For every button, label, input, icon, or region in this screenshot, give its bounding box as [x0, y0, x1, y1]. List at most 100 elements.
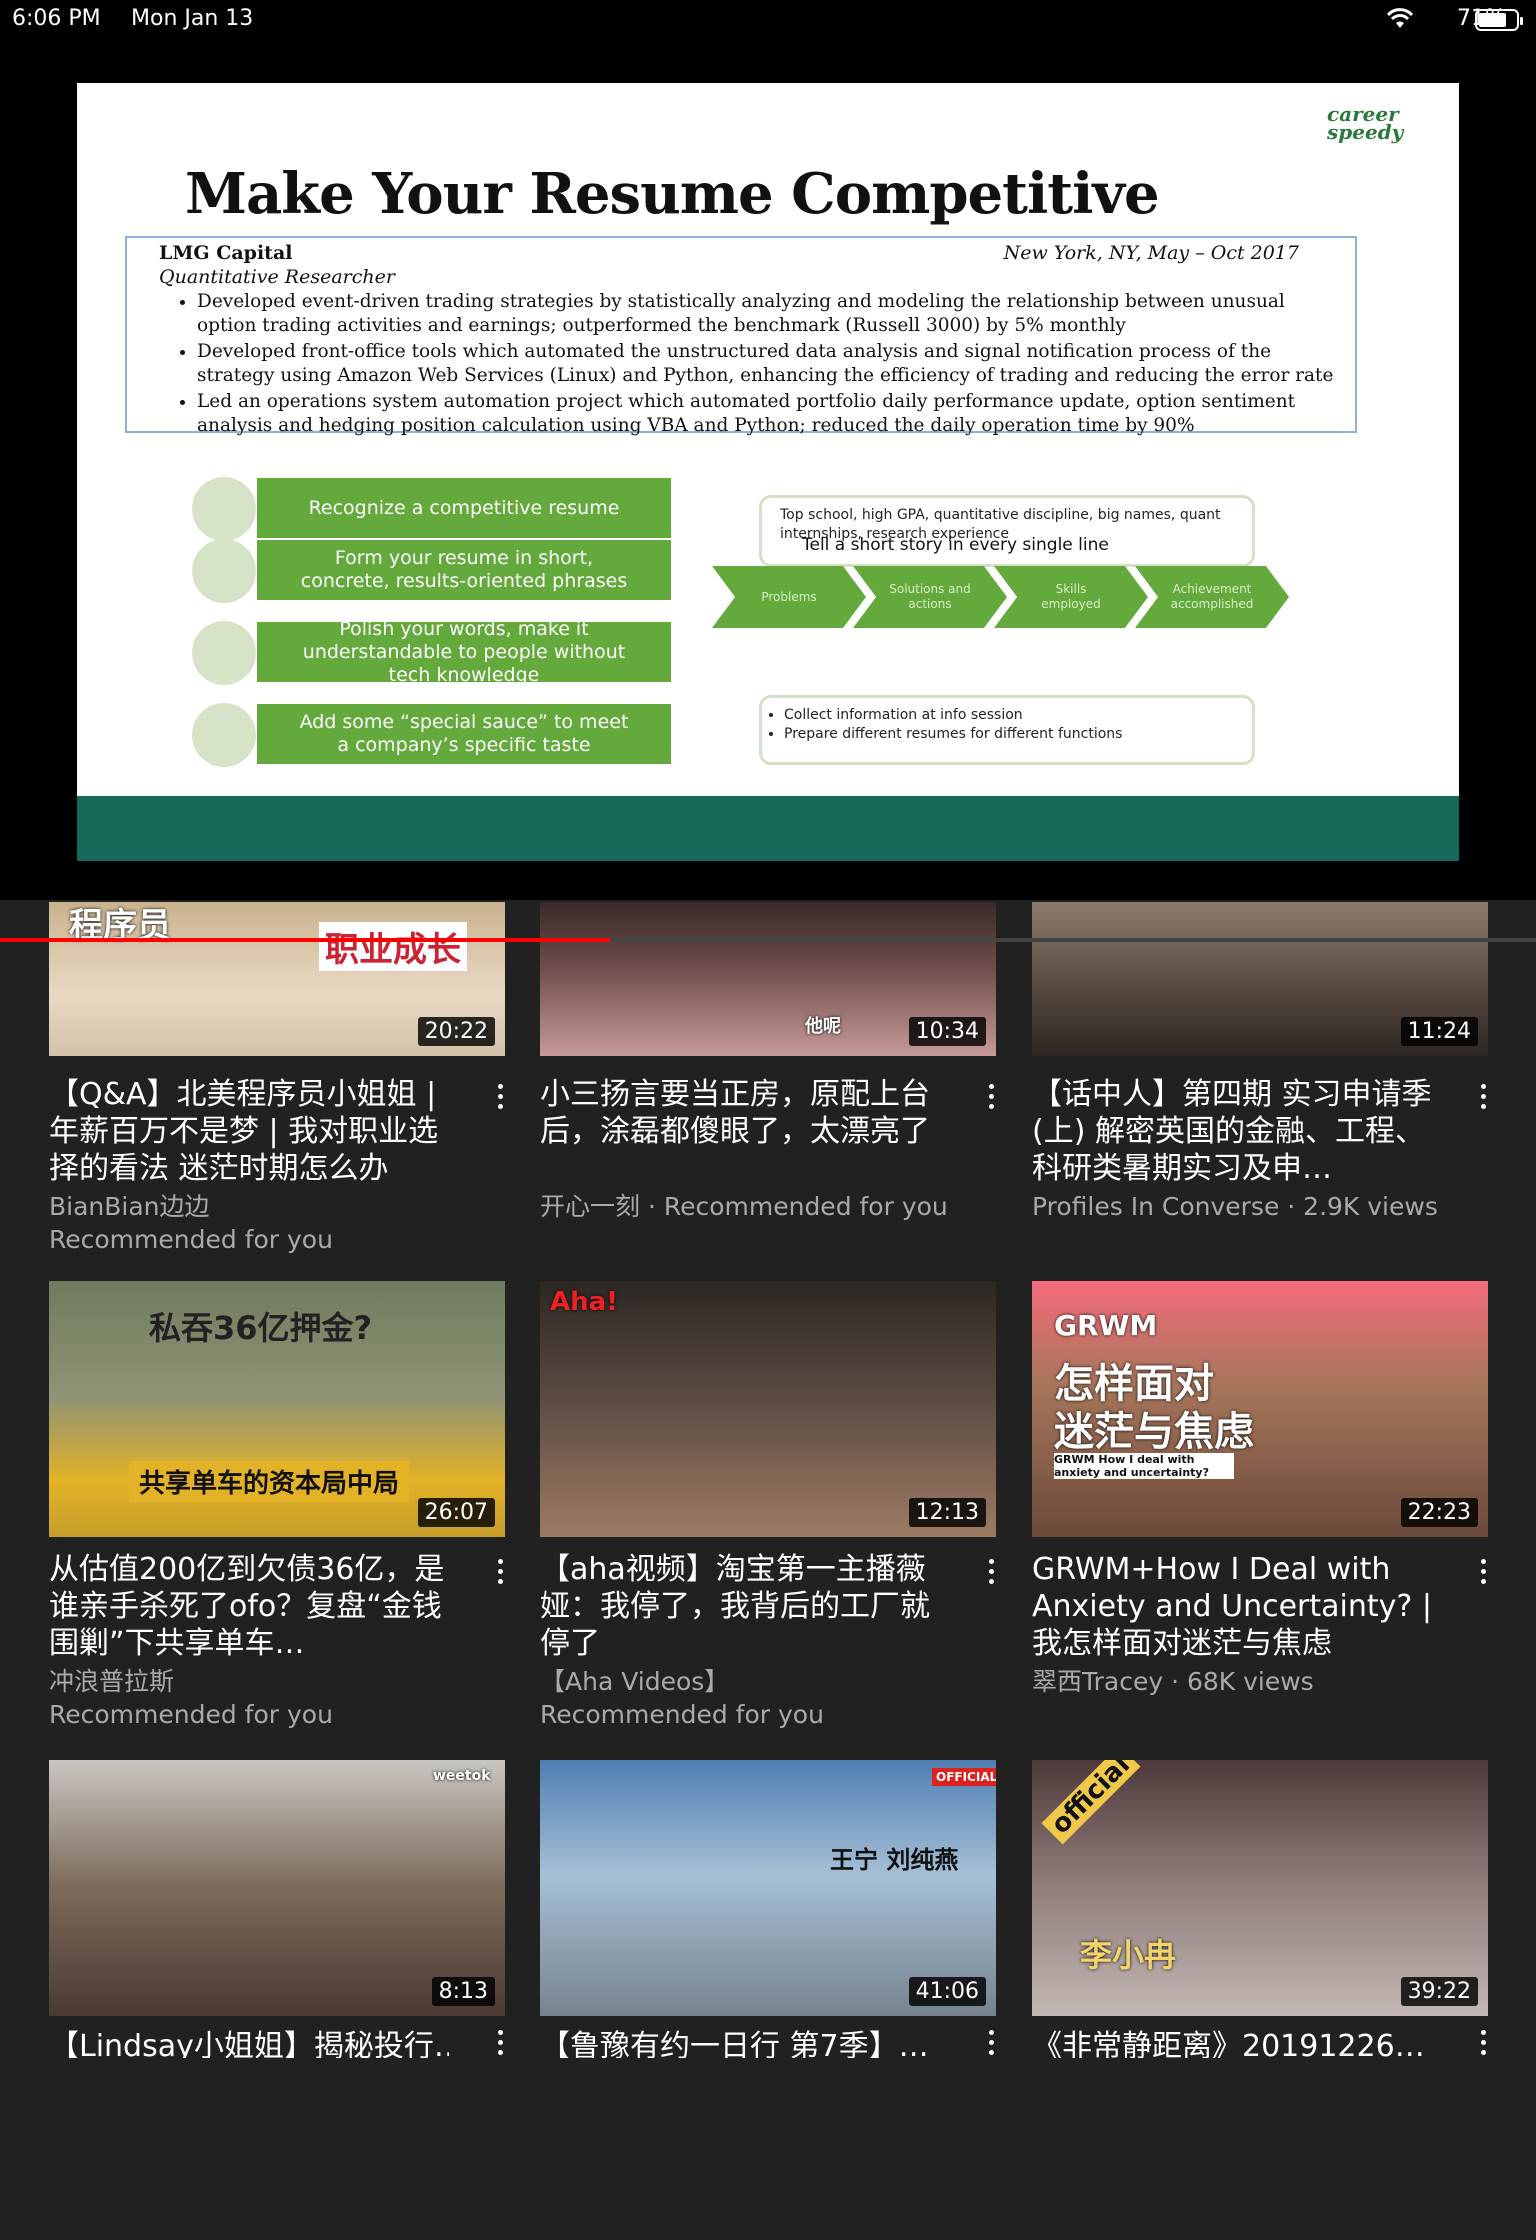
more-options-icon[interactable]	[1478, 1559, 1488, 1589]
video-duration: 41:06	[908, 1977, 986, 2006]
bullet: Developed front-office tools which autom…	[197, 340, 1337, 388]
video-thumbnail[interactable]: official 李小冉 39:22	[1032, 1760, 1488, 2016]
callout-top: Top school, high GPA, quantitative disci…	[759, 495, 1255, 567]
video-meta: 冲浪普拉斯	[49, 1667, 175, 1696]
step-2: Form your resume in short, concrete, res…	[257, 540, 671, 600]
status-bar: 6:06 PM Mon Jan 13 71%	[0, 0, 1536, 40]
video-thumbnail[interactable]: 私吞36亿押金? 共享单车的资本局中局 26:07	[49, 1281, 505, 1537]
video-card[interactable]: Aha! 12:13 【aha视频】淘宝第一主播薇娅：我停了，我背后的工厂就停了【A…	[540, 1281, 996, 1761]
status-time: 6:06 PM	[12, 6, 101, 31]
progress-fill	[0, 938, 610, 942]
step-circle	[192, 621, 256, 685]
more-options-icon[interactable]	[1478, 2030, 1488, 2060]
video-title[interactable]: 【鲁豫有约一日行 第7季】…	[540, 2028, 940, 2058]
video-thumbnail[interactable]: 11:24	[1032, 902, 1488, 1056]
video-thumbnail[interactable]: 他呢 10:34	[540, 902, 996, 1056]
video-card[interactable]: 王宁 刘纯燕 OFFICIAL 41:06 【鲁豫有约一日行 第7季】…	[540, 1760, 996, 2240]
company: LMG Capital	[159, 242, 293, 264]
video-title[interactable]: 【话中人】第四期 实习申请季(上) 解密英国的金融、工程、科研类暑期实习及申…	[1032, 1076, 1432, 1187]
bullet: Developed event-driven trading strategie…	[197, 290, 1337, 338]
thumbnail-caption: 共享单车的资本局中局	[129, 1461, 410, 1502]
video-duration: 26:07	[417, 1498, 495, 1527]
video-card[interactable]: weetok 8:13 【Lindsay小姐姐】揭秘投行…	[49, 1760, 505, 2240]
story-step: Achievement accomplished	[1135, 566, 1289, 628]
progress-bar[interactable]	[0, 938, 1536, 942]
more-options-icon[interactable]	[495, 1084, 505, 1114]
video-duration: 12:13	[908, 1498, 986, 1527]
resume-box: LMG Capital New York, NY, May – Oct 2017…	[125, 236, 1357, 436]
video-title[interactable]: 【Lindsay小姐姐】揭秘投行…	[49, 2028, 449, 2058]
video-meta: Recommended for you	[540, 1700, 824, 1729]
thumbnail-caption: 李小冉	[1080, 1936, 1177, 1974]
step-circle	[192, 539, 256, 603]
thumbnail-caption: GRWM How I deal with anxiety and uncerta…	[1054, 1453, 1234, 1479]
video-title[interactable]: 【Q&A】北美程序员小姐姐 | 年薪百万不是梦 | 我对职业选择的看法 迷茫时期…	[49, 1076, 449, 1187]
callout-item: Prepare different resumes for different …	[784, 725, 1234, 744]
more-options-icon[interactable]	[1478, 1084, 1488, 1114]
video-title[interactable]: 《非常静距离》20191226…	[1032, 2028, 1432, 2058]
video-player[interactable]: career speedy Make Your Resume Competitiv…	[0, 40, 1536, 942]
thumbnail-caption: weetok	[433, 1768, 491, 1784]
thumbnail-caption: official	[1041, 1760, 1141, 1845]
video-card[interactable]: official 李小冉 39:22 《非常静距离》20191226…	[1032, 1760, 1488, 2240]
location: New York, NY, May – Oct 2017	[1003, 242, 1299, 264]
video-meta: 【Aha Videos】	[540, 1667, 730, 1696]
video-thumbnail[interactable]: 王宁 刘纯燕 OFFICIAL 41:06	[540, 1760, 996, 2016]
thumbnail-caption: 王宁 刘纯燕	[830, 1846, 959, 1874]
video-thumbnail[interactable]: 程序员 职业成长 20:22	[49, 902, 505, 1056]
video-duration: 11:24	[1400, 1017, 1478, 1046]
video-title[interactable]: 小三扬言要当正房，原配上台后，涂磊都傻眼了，太漂亮了	[540, 1076, 940, 1150]
thumbnail-caption: 迷茫与焦虑	[1054, 1409, 1254, 1455]
video-card[interactable]: 私吞36亿押金? 共享单车的资本局中局 26:07 从估值200亿到欠债36亿，是谁亲…	[49, 1281, 505, 1761]
more-options-icon[interactable]	[495, 2030, 505, 2060]
slide-footer-band	[77, 796, 1459, 861]
video-title[interactable]: 【aha视频】淘宝第一主播薇娅：我停了，我背后的工厂就停了	[540, 1551, 940, 1662]
thumbnail-caption: 他呢	[805, 1016, 841, 1037]
step-circle	[192, 477, 256, 541]
video-duration: 8:13	[431, 1977, 495, 2006]
video-card[interactable]: GRWM 怎样面对 迷茫与焦虑 GRWM How I deal with anxiet…	[1032, 1281, 1488, 1761]
battery-icon	[1475, 9, 1523, 31]
thumbnail-caption: 私吞36亿押金?	[149, 1309, 373, 1347]
status-date: Mon Jan 13	[131, 6, 254, 31]
video-meta: 开心一刻 · Recommended for you	[540, 1192, 948, 1221]
more-options-icon[interactable]	[495, 1559, 505, 1589]
callout-item: Collect information at info session	[784, 706, 1234, 725]
thumbnail-caption: Aha!	[550, 1287, 619, 1317]
role: Quantitative Researcher	[159, 266, 395, 288]
slide: career speedy Make Your Resume Competitiv…	[77, 83, 1459, 861]
slide-title: Make Your Resume Competitive	[185, 161, 1160, 227]
step-1: Recognize a competitive resume	[257, 478, 671, 538]
bullet-list: Developed event-driven trading strategie…	[197, 290, 1337, 440]
video-thumbnail[interactable]: Aha! 12:13	[540, 1281, 996, 1537]
story-label: Tell a short story in every single line	[802, 535, 1109, 555]
video-duration: 39:22	[1400, 1977, 1478, 2006]
thumbnail-caption: OFFICIAL	[932, 1768, 996, 1786]
thumbnail-caption: GRWM	[1054, 1309, 1158, 1342]
video-title[interactable]: 从估值200亿到欠债36亿，是谁亲手杀死了ofo？复盘“金钱围剿”下共享单车…	[49, 1551, 449, 1662]
callout-bottom: Collect information at info session Prep…	[759, 695, 1255, 765]
story-step: Problems	[712, 566, 866, 628]
video-title[interactable]: GRWM+How I Deal with Anxiety and Uncerta…	[1032, 1551, 1432, 1662]
story-step: Skills employed	[994, 566, 1148, 628]
video-meta: Recommended for you	[49, 1225, 333, 1254]
thumbnail-caption: 职业成长	[319, 922, 467, 971]
brand-logo: career speedy	[1327, 102, 1404, 144]
story-step: Solutions and actions	[853, 566, 1007, 628]
more-options-icon[interactable]	[986, 2030, 996, 2060]
video-duration: 22:23	[1400, 1498, 1478, 1527]
video-meta: Profiles In Converse · 2.9K views	[1032, 1192, 1438, 1221]
video-meta: BianBian边边	[49, 1192, 210, 1221]
video-thumbnail[interactable]: GRWM 怎样面对 迷茫与焦虑 GRWM How I deal with anxiet…	[1032, 1281, 1488, 1537]
more-options-icon[interactable]	[986, 1559, 996, 1589]
video-meta: 翠西Tracey · 68K views	[1032, 1667, 1314, 1696]
video-thumbnail[interactable]: weetok 8:13	[49, 1760, 505, 2016]
step-4: Add some “special sauce” to meet a compa…	[257, 704, 671, 764]
more-options-icon[interactable]	[986, 1084, 996, 1114]
wifi-icon	[1386, 8, 1414, 28]
video-meta: Recommended for you	[49, 1700, 333, 1729]
step-circle	[192, 703, 256, 767]
video-duration: 20:22	[417, 1017, 495, 1046]
bullet: Led an operations system automation proj…	[197, 390, 1337, 438]
video-duration: 10:34	[908, 1017, 986, 1046]
